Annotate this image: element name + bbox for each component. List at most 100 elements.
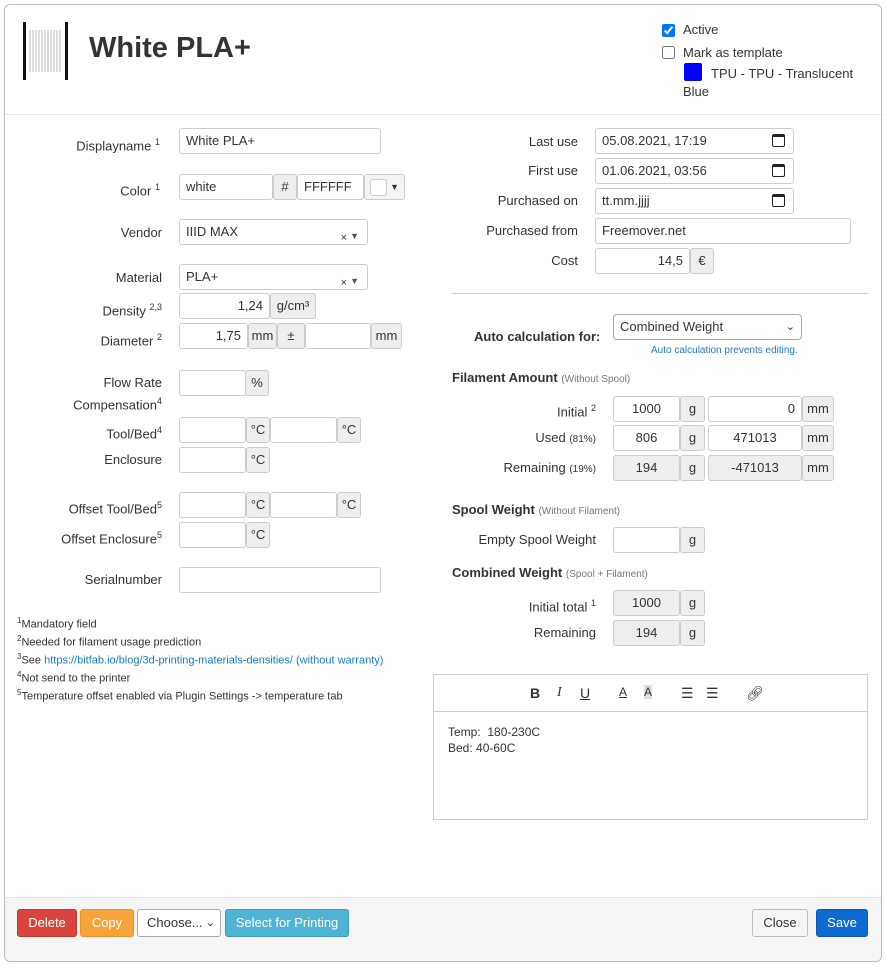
g-unit: g	[680, 396, 705, 422]
g-unit: g	[680, 620, 705, 646]
choose-select[interactable]: Choose... ⌄	[137, 909, 221, 937]
highlight-icon[interactable]: A	[644, 685, 653, 699]
vendor-label: Vendor	[120, 225, 162, 240]
color-name-input[interactable]: white	[179, 174, 273, 200]
notes-editor: B I U A A ☰ ☰ 🔗︎ Temp: 180-230C Bed: 40-…	[433, 674, 868, 820]
purchased-from-label: Purchased from	[486, 223, 578, 238]
template-label: Mark as template	[683, 45, 783, 60]
vendor-select[interactable]: IIID MAX × ▼	[179, 219, 368, 245]
divider	[452, 293, 868, 294]
template-name-cont: Blue	[683, 84, 710, 99]
initial-weight-input[interactable]: 1000	[613, 396, 680, 422]
flow-rate-label: Flow Rate Compensation4	[73, 375, 162, 413]
tool-bed-label: Tool/Bed4	[106, 425, 162, 442]
active-checkbox[interactable]	[662, 24, 675, 37]
used-weight-input[interactable]: 806	[613, 425, 680, 451]
close-button[interactable]: Close	[752, 909, 808, 937]
page-title: White PLA+	[89, 32, 251, 64]
tool-temp-input[interactable]	[179, 417, 246, 443]
density-link[interactable]: https://bitfab.io/blog/3d-printing-mater…	[44, 655, 383, 667]
chevron-down-icon: ⌄	[785, 321, 795, 333]
font-color-icon[interactable]: A	[619, 685, 627, 699]
currency-addon: €	[690, 248, 714, 274]
active-label: Active	[683, 22, 719, 37]
g-unit: g	[680, 425, 705, 451]
clear-icon[interactable]: ×	[341, 226, 347, 244]
caret-down-icon: ▼	[350, 231, 359, 241]
purchased-on-input[interactable]: tt.mm.jjjj	[595, 188, 794, 214]
serialnumber-input[interactable]	[179, 567, 381, 593]
initial-total-label: Initial total 1	[528, 598, 596, 615]
auto-calc-note: Auto calculation prevents editing.	[651, 345, 798, 356]
used-label: Used (81%)	[535, 430, 596, 445]
caret-down-icon: ▼	[390, 182, 399, 192]
displayname-label: Displayname 1	[76, 137, 160, 154]
combined-remaining-label: Remaining	[533, 625, 596, 640]
offset-bed-unit: °C	[337, 492, 361, 518]
editor-content[interactable]: Temp: 180-230C Bed: 40-60C	[434, 712, 867, 819]
tolerance-unit: mm	[371, 323, 402, 349]
mm-unit: mm	[802, 455, 834, 481]
template-name: TPU - TPU - Translucent	[711, 66, 854, 81]
enclosure-label: Enclosure	[104, 452, 162, 467]
diameter-input[interactable]: 1,75	[179, 323, 248, 349]
initial-total-input: 1000	[613, 590, 680, 616]
offset-enclosure-unit: °C	[246, 522, 270, 548]
combined-remaining-input: 194	[613, 620, 680, 646]
copy-button[interactable]: Copy	[80, 909, 134, 937]
color-hex-input[interactable]: FFFFFF	[297, 174, 364, 200]
cost-label: Cost	[551, 253, 578, 268]
auto-calc-label: Auto calculation for:	[474, 329, 601, 344]
caret-down-icon: ▼	[350, 276, 359, 286]
enclosure-unit: °C	[246, 447, 270, 473]
empty-spool-input[interactable]	[613, 527, 680, 553]
delete-button[interactable]: Delete	[17, 909, 77, 937]
flow-rate-input[interactable]	[179, 370, 246, 396]
color-swatch	[370, 179, 387, 196]
bold-icon[interactable]: B	[530, 685, 540, 701]
bed-temp-input[interactable]	[270, 417, 337, 443]
color-picker-button[interactable]: ▼	[364, 174, 405, 200]
enclosure-temp-input[interactable]	[179, 447, 246, 473]
density-input[interactable]: 1,24	[179, 293, 270, 319]
calendar-icon[interactable]	[772, 164, 785, 177]
offset-enclosure-input[interactable]	[179, 522, 246, 548]
diameter-unit: mm	[248, 323, 277, 349]
unordered-list-icon[interactable]: ☰	[706, 685, 719, 702]
calendar-icon[interactable]	[772, 134, 785, 147]
empty-spool-label: Empty Spool Weight	[478, 532, 596, 547]
material-select[interactable]: PLA+ × ▼	[179, 264, 368, 290]
clear-icon[interactable]: ×	[341, 271, 347, 289]
select-for-printing-button[interactable]: Select for Printing	[225, 909, 349, 937]
tolerance-sign: ±	[277, 323, 305, 349]
auto-calc-select[interactable]: Combined Weight ⌄	[613, 314, 802, 340]
used-length-input[interactable]: 471013	[708, 425, 802, 451]
initial-length-input[interactable]: 0	[708, 396, 802, 422]
underline-icon[interactable]: U	[580, 685, 590, 701]
last-use-input[interactable]: 05.08.2021, 17:19	[595, 128, 794, 154]
material-label: Material	[115, 270, 162, 285]
italic-icon[interactable]: I	[557, 685, 562, 701]
bed-temp-unit: °C	[337, 417, 361, 443]
calendar-icon[interactable]	[772, 194, 785, 207]
first-use-input[interactable]: 01.06.2021, 03:56	[595, 158, 794, 184]
link-icon[interactable]: 🔗︎	[746, 685, 764, 702]
offset-tool-input[interactable]	[179, 492, 246, 518]
save-button[interactable]: Save	[816, 909, 868, 937]
editor-line: Bed: 40-60C	[448, 741, 516, 755]
header-divider	[5, 114, 881, 115]
displayname-input[interactable]: White PLA+	[179, 128, 381, 154]
ordered-list-icon[interactable]: ☰	[681, 685, 694, 702]
tool-temp-unit: °C	[246, 417, 270, 443]
editor-toolbar: B I U A A ☰ ☰ 🔗︎	[434, 675, 867, 712]
template-checkbox[interactable]	[662, 46, 675, 59]
cost-input[interactable]: 14,5	[595, 248, 690, 274]
initial-label: Initial 2	[557, 403, 596, 420]
last-use-label: Last use	[528, 134, 578, 149]
purchased-from-input[interactable]: Freemover.net	[595, 218, 851, 244]
diameter-tolerance-input[interactable]	[305, 323, 371, 349]
offset-bed-input[interactable]	[270, 492, 337, 518]
mm-unit: mm	[802, 396, 834, 422]
flow-rate-unit: %	[245, 370, 269, 396]
diameter-label: Diameter 2	[100, 332, 162, 349]
